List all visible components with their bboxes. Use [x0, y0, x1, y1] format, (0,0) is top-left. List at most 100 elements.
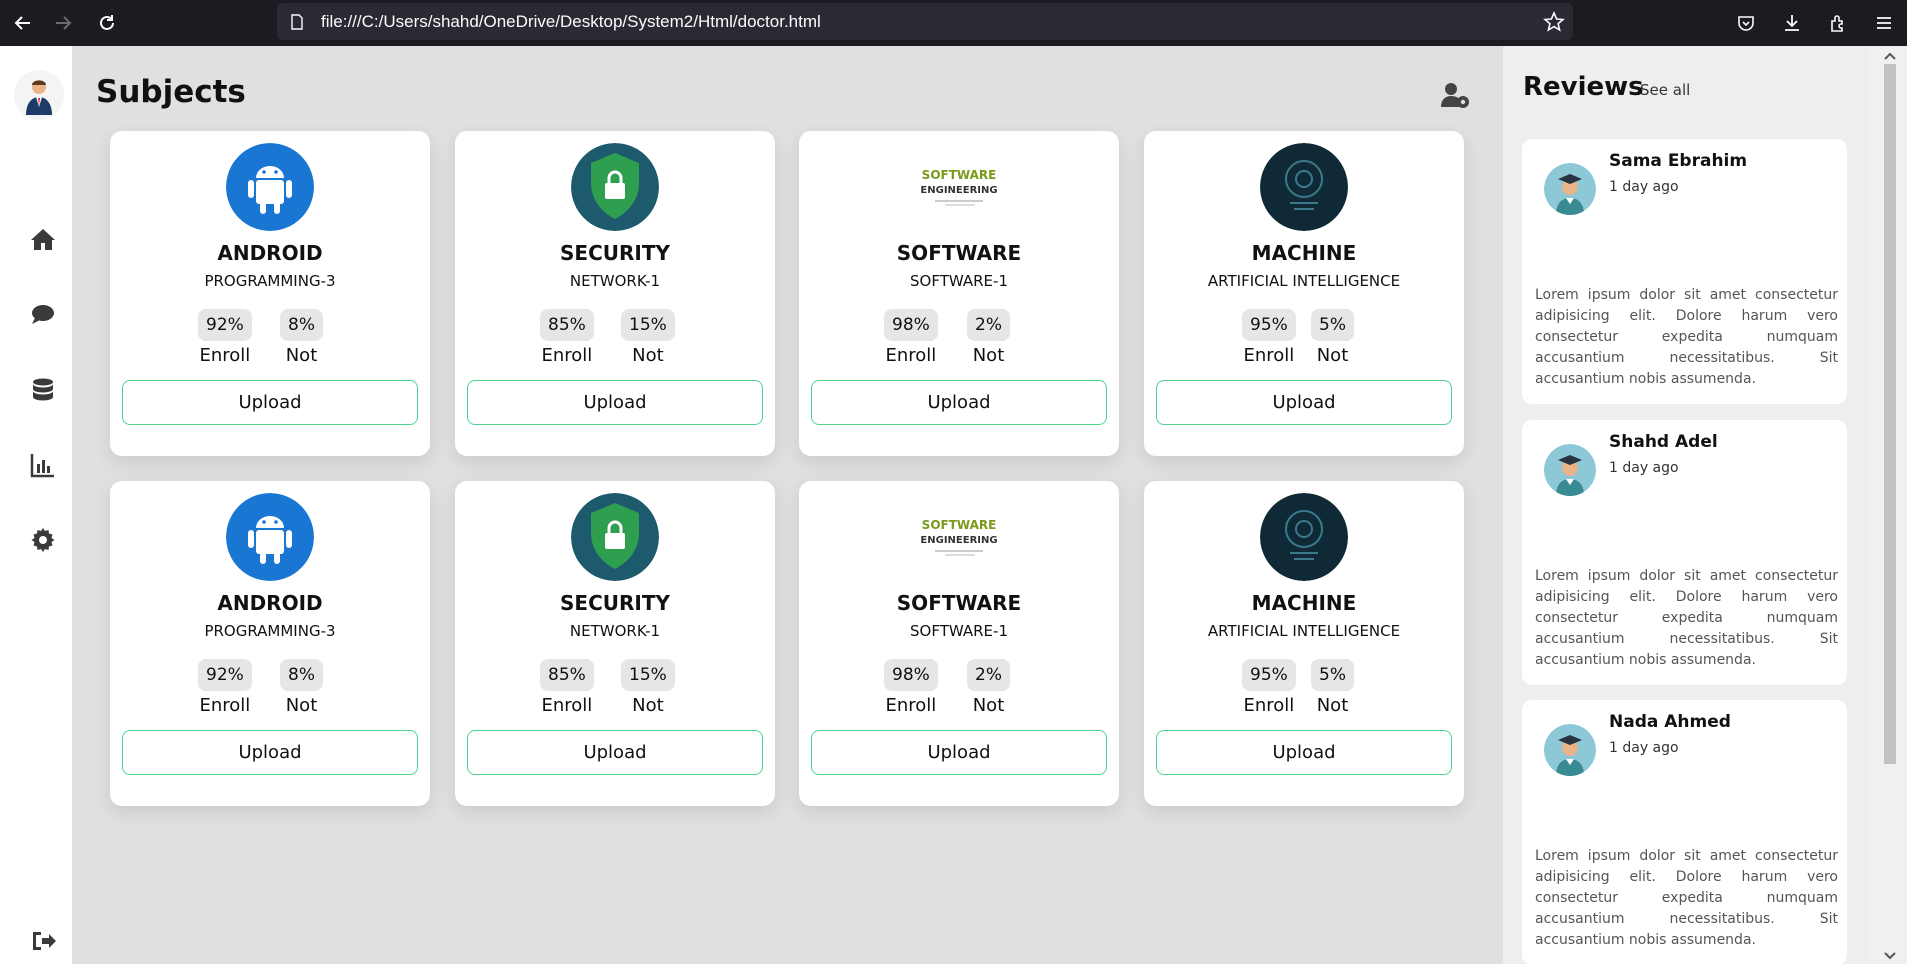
gear-icon[interactable] — [24, 521, 62, 559]
home-icon[interactable] — [24, 221, 62, 259]
not-stat: 8% Not — [280, 659, 323, 716]
not-stat: 2% Not — [967, 659, 1010, 716]
reload-icon[interactable] — [84, 0, 130, 46]
scroll-down-arrow-icon[interactable] — [1882, 948, 1898, 962]
enroll-label: Enroll — [1243, 695, 1295, 716]
pocket-icon[interactable] — [1723, 0, 1769, 46]
student-avatar — [1544, 163, 1596, 215]
enroll-label: Enroll — [541, 695, 593, 716]
subject-title: ANDROID — [217, 591, 323, 615]
upload-button[interactable]: Upload — [122, 730, 418, 775]
user-settings-icon[interactable] — [1439, 79, 1471, 111]
enroll-stat: 95% Enroll — [1242, 309, 1296, 366]
not-stat: 15% Not — [621, 309, 675, 366]
subject-subtitle: SOFTWARE-1 — [910, 622, 1008, 640]
subject-subtitle: ARTIFICIAL INTELLIGENCE — [1207, 272, 1401, 290]
enroll-stat: 92% Enroll — [198, 659, 252, 716]
doctor-avatar[interactable] — [14, 70, 64, 120]
upload-button[interactable]: Upload — [122, 380, 418, 425]
not-stat: 2% Not — [967, 309, 1010, 366]
enroll-percent: 92% — [198, 659, 252, 691]
subject-title: SOFTWARE — [896, 591, 1022, 615]
chat-icon[interactable] — [24, 296, 62, 334]
subject-subtitle: NETWORK-1 — [569, 622, 661, 640]
scroll-thumb[interactable] — [1884, 64, 1896, 764]
subject-card: SOFTWARE ENGINEERING SOFTWARE SOFTWARE-1 … — [799, 131, 1119, 456]
android-icon — [226, 493, 314, 581]
review-time: 1 day ago — [1609, 179, 1679, 195]
upload-button[interactable]: Upload — [1156, 730, 1452, 775]
reviewer-name: Sama Ebrahim — [1609, 151, 1748, 171]
reviews-title: Reviews — [1523, 72, 1644, 102]
menu-icon[interactable] — [1861, 0, 1907, 46]
chart-icon[interactable] — [24, 446, 62, 484]
subject-title: SECURITY — [560, 591, 670, 615]
extensions-icon[interactable] — [1815, 0, 1861, 46]
subject-title: MACHINE — [1251, 591, 1357, 615]
enroll-stat: 85% Enroll — [540, 659, 594, 716]
database-icon[interactable] — [24, 371, 62, 409]
reviewer-name: Nada Ahmed — [1609, 712, 1731, 732]
bookmark-star-icon[interactable] — [1543, 10, 1565, 33]
not-percent: 2% — [967, 309, 1010, 341]
not-label: Not — [285, 345, 318, 366]
svg-text:ENGINEERING: ENGINEERING — [920, 185, 997, 196]
enroll-label: Enroll — [1243, 345, 1295, 366]
not-label: Not — [972, 345, 1005, 366]
not-percent: 5% — [1311, 659, 1354, 691]
upload-button[interactable]: Upload — [467, 730, 763, 775]
sidebar — [0, 46, 72, 964]
enroll-percent: 98% — [884, 309, 938, 341]
not-percent: 8% — [280, 309, 323, 341]
page-scrollbar[interactable] — [1867, 46, 1907, 964]
enroll-label: Enroll — [541, 345, 593, 366]
enroll-label: Enroll — [199, 695, 251, 716]
review-time: 1 day ago — [1609, 460, 1679, 476]
not-stat: 8% Not — [280, 309, 323, 366]
not-stat: 5% Not — [1311, 309, 1354, 366]
not-percent: 5% — [1311, 309, 1354, 341]
upload-button[interactable]: Upload — [811, 730, 1107, 775]
svg-text:SOFTWARE: SOFTWARE — [922, 168, 997, 182]
enroll-stat: 98% Enroll — [884, 309, 938, 366]
review-text: Lorem ipsum dolor sit amet consectetur a… — [1535, 848, 1838, 948]
review-text: Lorem ipsum dolor sit amet consectetur a… — [1535, 568, 1838, 668]
subject-subtitle: PROGRAMMING-3 — [204, 272, 336, 290]
not-stat: 15% Not — [621, 659, 675, 716]
not-label: Not — [1316, 695, 1349, 716]
enroll-percent: 85% — [540, 309, 594, 341]
enroll-stat: 95% Enroll — [1242, 659, 1296, 716]
not-stat: 5% Not — [1311, 659, 1354, 716]
student-avatar — [1544, 724, 1596, 776]
address-bar[interactable]: file:///C:/Users/shahd/OneDrive/Desktop/… — [277, 3, 1573, 40]
subject-card: SOFTWARE ENGINEERING SOFTWARE SOFTWARE-1 … — [799, 481, 1119, 806]
subject-card: SECURITY NETWORK-1 85% Enroll 15% Not Uplo… — [455, 131, 775, 456]
enroll-percent: 95% — [1242, 309, 1296, 341]
machine-learning-icon — [1260, 143, 1348, 231]
android-icon — [226, 143, 314, 231]
not-label: Not — [285, 695, 318, 716]
main-content: Subjects ANDROID PROGRAMMING-3 92% Enroll… — [72, 46, 1503, 964]
subject-card: ANDROID PROGRAMMING-3 92% Enroll 8% Not Up… — [110, 481, 430, 806]
enroll-percent: 85% — [540, 659, 594, 691]
see-all-link[interactable]: See all — [1640, 81, 1690, 99]
enroll-percent: 98% — [884, 659, 938, 691]
enroll-label: Enroll — [885, 695, 937, 716]
enroll-label: Enroll — [199, 345, 251, 366]
not-label: Not — [972, 695, 1005, 716]
review-card: Shahd Adel 1 day ago Lorem ipsum dolor s… — [1522, 420, 1847, 685]
upload-button[interactable]: Upload — [467, 380, 763, 425]
subject-subtitle: NETWORK-1 — [569, 272, 661, 290]
svg-text:ENGINEERING: ENGINEERING — [920, 535, 997, 546]
logout-icon[interactable] — [24, 922, 62, 960]
download-icon[interactable] — [1769, 0, 1815, 46]
subject-card: ANDROID PROGRAMMING-3 92% Enroll 8% Not Up… — [110, 131, 430, 456]
page-icon — [287, 12, 307, 32]
review-card: Nada Ahmed 1 day ago Lorem ipsum dolor s… — [1522, 700, 1847, 964]
upload-button[interactable]: Upload — [811, 380, 1107, 425]
forward-icon[interactable] — [40, 0, 86, 46]
software-engineering-icon: SOFTWARE ENGINEERING — [915, 143, 1003, 231]
scroll-up-arrow-icon[interactable] — [1882, 48, 1898, 62]
review-time: 1 day ago — [1609, 740, 1679, 756]
upload-button[interactable]: Upload — [1156, 380, 1452, 425]
